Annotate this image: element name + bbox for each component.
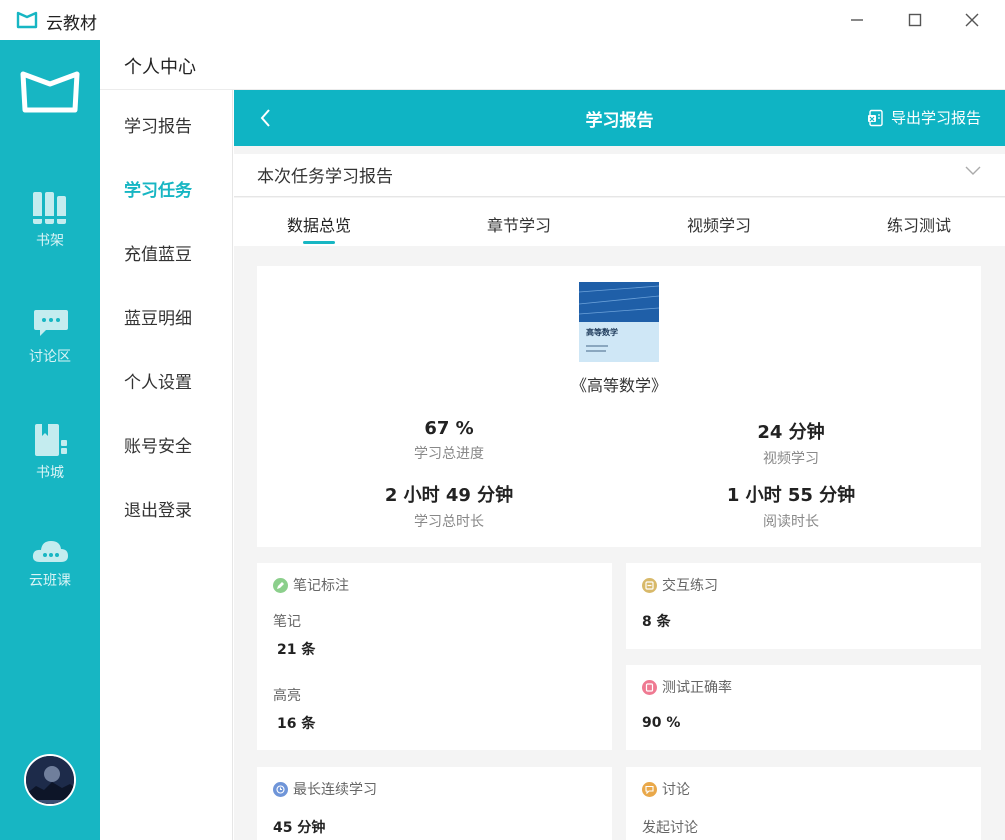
stat-label: 视频学习 [763, 451, 819, 467]
sidebar-item-logout[interactable]: 退出登录 [124, 496, 192, 521]
rail-item-discussion[interactable]: 讨论区 [0, 308, 100, 388]
chat-icon [34, 310, 68, 336]
bookshelf-icon [31, 192, 69, 224]
test-icon [642, 679, 657, 695]
left-rail: 书架 讨论区 书城 云班课 [0, 40, 100, 840]
pen-icon [273, 577, 288, 593]
export-icon [867, 109, 883, 126]
minimize-button[interactable] [844, 8, 870, 32]
rail-item-label: 书城 [36, 465, 64, 481]
close-icon [965, 13, 979, 27]
streak-title: 最长连续学习 [293, 782, 377, 798]
secondary-sidebar: 学习报告 学习任务 充值蓝豆 蓝豆明细 个人设置 账号安全 退出登录 [100, 40, 233, 840]
streak-card-title: 最长连续学习 [273, 779, 377, 799]
rail-item-bookshelf[interactable]: 书架 [0, 190, 100, 270]
streak-value: 45 分钟 [273, 820, 326, 836]
bookstore-icon [35, 424, 67, 456]
highlight-label: 高亮 [273, 688, 301, 704]
notes-value: 21 条 [277, 642, 316, 658]
rail-item-label: 讨论区 [29, 349, 71, 365]
minimize-icon [851, 19, 863, 21]
export-report-button[interactable]: 导出学习报告 [867, 107, 981, 128]
chevron-down-icon [965, 166, 981, 175]
page-title: 个人中心 [124, 57, 196, 78]
book-name: 《高等数学》 [570, 376, 667, 395]
rail-item-label: 书架 [36, 233, 64, 249]
maximize-button[interactable] [902, 8, 928, 32]
discuss-label: 发起讨论 [642, 820, 698, 836]
stat-total-progress: 67 % 学习总进度 [299, 418, 599, 463]
interact-title: 交互练习 [662, 578, 718, 594]
sidebar-item-settings[interactable]: 个人设置 [124, 368, 192, 393]
avatar[interactable] [24, 754, 76, 806]
rail-logo-icon [20, 71, 80, 113]
book-cover[interactable]: 高等数学 [579, 282, 659, 362]
correct-value: 90 % [642, 715, 681, 731]
rail-item-label: 云班课 [29, 573, 71, 589]
rail-item-bookstore[interactable]: 书城 [0, 422, 100, 502]
longest-streak-card: 最长连续学习 45 分钟 [257, 767, 612, 840]
practice-icon [642, 577, 657, 593]
sidebar-item-recharge[interactable]: 充值蓝豆 [124, 240, 192, 265]
report-topbar: 学习报告 导出学习报告 [234, 90, 1005, 146]
highlight-value: 16 条 [277, 716, 316, 732]
report-tabs: 数据总览 章节学习 视频学习 练习测试 [234, 198, 1005, 246]
close-button[interactable] [959, 8, 985, 32]
stat-label: 学习总时长 [414, 514, 484, 530]
rail-item-cloud-class[interactable]: 云班课 [0, 536, 100, 616]
discuss-title: 讨论 [662, 782, 690, 798]
tab-video-study[interactable]: 视频学习 [634, 212, 804, 236]
stat-value: 1 小时 55 分钟 [726, 485, 856, 506]
notes-title: 笔记标注 [293, 578, 349, 594]
app-title: 云教材 [46, 14, 97, 34]
tab-chapter-study[interactable]: 章节学习 [434, 212, 604, 236]
notes-label: 笔记 [273, 614, 301, 630]
stat-video-study: 24 分钟 视频学习 [641, 418, 941, 468]
active-tab-indicator [303, 241, 335, 244]
sidebar-item-security[interactable]: 账号安全 [124, 432, 192, 457]
tab-overview[interactable]: 数据总览 [234, 212, 404, 236]
maximize-icon [908, 13, 922, 27]
stat-reading-duration: 1 小时 55 分钟 阅读时长 [641, 481, 941, 531]
stat-value: 67 % [424, 418, 474, 439]
stat-label: 阅读时长 [763, 514, 819, 530]
test-accuracy-card: 测试正确率 90 % [626, 665, 981, 750]
report-selector[interactable]: 本次任务学习报告 [234, 154, 1005, 197]
sidebar-item-study-report[interactable]: 学习报告 [124, 112, 192, 137]
app-logo-icon [16, 11, 38, 29]
report-selector-value: 本次任务学习报告 [257, 167, 393, 187]
page-header: 个人中心 [100, 40, 1005, 90]
interact-value: 8 条 [642, 614, 671, 630]
export-label: 导出学习报告 [890, 109, 981, 127]
discuss-card-title: 讨论 [642, 779, 690, 799]
sidebar-item-bean-detail[interactable]: 蓝豆明细 [124, 304, 192, 329]
cloud-class-icon [32, 541, 68, 562]
stat-value: 2 小时 49 分钟 [384, 485, 514, 506]
stat-label: 学习总进度 [414, 446, 484, 462]
clock-icon [273, 781, 288, 797]
correct-title: 测试正确率 [662, 680, 732, 696]
book-cover-title: 高等数学 [586, 328, 618, 337]
notes-card-title: 笔记标注 [273, 575, 349, 595]
title-bar: 云教材 [0, 0, 1005, 40]
book-cover-image-icon [579, 282, 659, 362]
avatar-image-icon [26, 756, 74, 804]
correct-card-title: 测试正确率 [642, 677, 732, 697]
overview-card: 高等数学 《高等数学》 67 % 学习总进度 24 分钟 视频学习 2 小时 4… [257, 266, 981, 547]
interact-card-title: 交互练习 [642, 575, 718, 595]
sidebar-item-study-task[interactable]: 学习任务 [124, 176, 192, 201]
discussion-card: 讨论 发起讨论 [626, 767, 981, 840]
interactive-practice-card: 交互练习 8 条 [626, 563, 981, 649]
main-content: 学习报告 导出学习报告 本次任务学习报告 数据总览 章节学习 视频学习 练习测试 [234, 90, 1005, 840]
notes-card: 笔记标注 笔记 21 条 高亮 16 条 [257, 563, 612, 750]
stat-value: 24 分钟 [757, 422, 825, 443]
discussion-icon [642, 781, 657, 797]
stat-total-duration: 2 小时 49 分钟 学习总时长 [299, 481, 599, 531]
tab-practice-test[interactable]: 练习测试 [834, 212, 1004, 236]
